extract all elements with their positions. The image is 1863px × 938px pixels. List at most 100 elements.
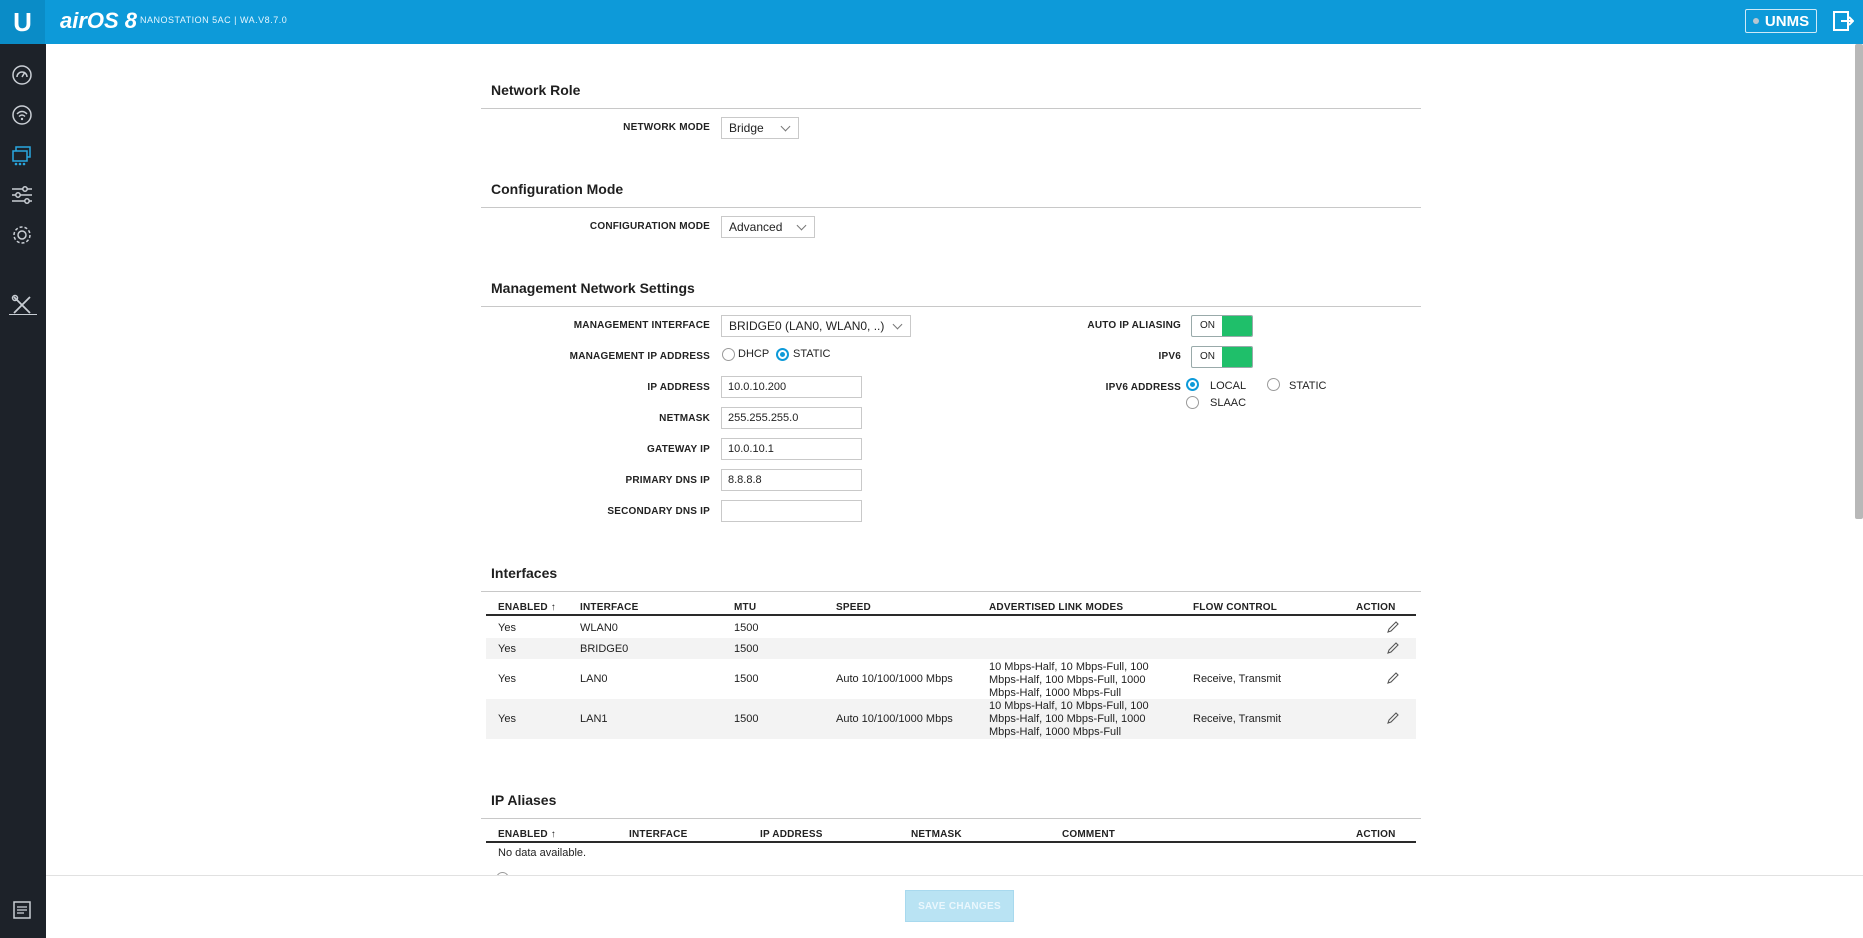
- unms-label: UNMS: [1764, 12, 1810, 30]
- col-mtu: MTU: [734, 602, 757, 613]
- ip-aliases-title: IP Aliases: [491, 792, 557, 808]
- cell-enabled: Yes: [498, 673, 516, 685]
- device-subtitle: NANOSTATION 5AC | WA.V8.7.0: [140, 15, 288, 25]
- col-netmask: NETMASK: [911, 829, 962, 840]
- secondary-dns-label: SECONDARY DNS IP: [607, 506, 710, 517]
- section-divider: [481, 306, 1421, 307]
- management-title: Management Network Settings: [491, 280, 695, 296]
- tools-icon[interactable]: [9, 292, 35, 318]
- ipv6-label: IPV6: [1158, 351, 1181, 362]
- table-header-line: [486, 614, 1416, 616]
- network-mode-select[interactable]: Bridge: [721, 117, 799, 139]
- toggle-knob: [1222, 347, 1252, 367]
- col-interface: INTERFACE: [629, 829, 688, 840]
- static-radio[interactable]: [776, 348, 789, 361]
- system-icon[interactable]: [9, 222, 35, 248]
- edit-pencil-icon[interactable]: [1386, 620, 1400, 634]
- secondary-dns-input[interactable]: [721, 500, 862, 522]
- edit-pencil-icon[interactable]: [1386, 711, 1400, 725]
- configuration-mode-select[interactable]: Advanced: [721, 216, 815, 238]
- management-interface-select[interactable]: BRIDGE0 (LAN0, WLAN0, ..): [721, 315, 911, 337]
- col-action: ACTION: [1356, 829, 1396, 840]
- empty-table-text: No data available.: [498, 847, 587, 859]
- col-action: ACTION: [1356, 602, 1396, 613]
- network-mode-value: Bridge: [729, 121, 764, 135]
- dhcp-label: DHCP: [738, 348, 770, 360]
- cell-interface: BRIDGE0: [580, 643, 629, 655]
- management-ip-address-label: MANAGEMENT IP ADDRESS: [569, 351, 710, 362]
- configuration-mode-label: CONFIGURATION MODE: [589, 221, 710, 232]
- airos-brand: airOS 8: [60, 8, 138, 33]
- services-icon[interactable]: [9, 182, 35, 208]
- cell-mtu: 1500: [734, 713, 759, 725]
- section-divider: [481, 108, 1421, 109]
- ipv6-address-label: IPV6 ADDRESS: [1105, 382, 1181, 393]
- section-divider: [481, 207, 1421, 208]
- unms-button[interactable]: UNMS: [1745, 9, 1817, 33]
- section-divider: [481, 591, 1421, 592]
- table-row: Yes BRIDGE0 1500: [486, 638, 1416, 659]
- ip-address-input[interactable]: [721, 376, 862, 398]
- chevron-down-icon: [780, 121, 791, 132]
- cell-interface: LAN0: [580, 673, 608, 685]
- table-row: Yes LAN1 1500 Auto 10/100/1000 Mbps 10 M…: [486, 699, 1416, 739]
- network-icon[interactable]: [9, 142, 35, 168]
- wireless-icon[interactable]: [9, 102, 35, 128]
- ip-address-label: IP ADDRESS: [647, 382, 710, 393]
- cell-interface: WLAN0: [580, 622, 618, 634]
- ipv6-slaac-radio[interactable]: [1186, 396, 1199, 409]
- ipv6-local-radio[interactable]: [1186, 378, 1199, 391]
- col-advertised-link-modes: ADVERTISED LINK MODES: [989, 602, 1124, 613]
- configuration-mode-value: Advanced: [729, 220, 783, 234]
- unms-status-dot: [1752, 18, 1759, 24]
- toggle-state: ON: [1200, 351, 1215, 362]
- netmask-input[interactable]: [721, 407, 862, 429]
- primary-dns-input[interactable]: [721, 469, 862, 491]
- gateway-ip-label: GATEWAY IP: [647, 444, 710, 455]
- col-ip-address: IP ADDRESS: [760, 829, 823, 840]
- auto-ip-aliasing-toggle[interactable]: ON: [1191, 315, 1253, 337]
- top-bar: U airOS 8 NANOSTATION 5AC | WA.V8.7.0 UN…: [0, 0, 1863, 44]
- interfaces-title: Interfaces: [491, 565, 558, 581]
- ubiquiti-logo[interactable]: U: [0, 0, 45, 44]
- management-interface-value: BRIDGE0 (LAN0, WLAN0, ..): [729, 319, 885, 333]
- col-enabled[interactable]: ENABLED ↑: [498, 602, 556, 613]
- cell-mtu: 1500: [734, 643, 759, 655]
- table-row: Yes LAN0 1500 Auto 10/100/1000 Mbps 10 M…: [486, 659, 1416, 699]
- table-header-line: [486, 841, 1416, 843]
- page-scrollbar[interactable]: [1855, 44, 1863, 519]
- cell-interface: LAN1: [580, 713, 608, 725]
- edit-pencil-icon[interactable]: [1386, 671, 1400, 685]
- section-divider: [481, 818, 1421, 819]
- chevron-down-icon: [892, 319, 903, 330]
- ipv6-static-label: STATIC: [1289, 380, 1327, 392]
- save-changes-button[interactable]: SAVE CHANGES: [905, 890, 1014, 922]
- log-icon[interactable]: [9, 897, 35, 923]
- network-mode-label: NETWORK MODE: [623, 122, 710, 133]
- cell-mtu: 1500: [734, 673, 759, 685]
- gateway-ip-input[interactable]: [721, 438, 862, 460]
- ipv6-local-label: LOCAL: [1210, 380, 1247, 392]
- ipv6-toggle[interactable]: ON: [1191, 346, 1253, 368]
- cell-speed: Auto 10/100/1000 Mbps: [836, 713, 953, 725]
- col-comment: COMMENT: [1062, 829, 1116, 840]
- cell-mtu: 1500: [734, 622, 759, 634]
- table-row: Yes WLAN0 1500: [486, 617, 1416, 638]
- netmask-label: NETMASK: [659, 413, 710, 424]
- ipv6-static-radio[interactable]: [1267, 378, 1280, 391]
- cell-flow-control: Receive, Transmit: [1193, 713, 1282, 725]
- col-interface: INTERFACE: [580, 602, 639, 613]
- cell-flow-control: Receive, Transmit: [1193, 673, 1282, 685]
- network-role-title: Network Role: [491, 82, 581, 98]
- cell-enabled: Yes: [498, 713, 516, 725]
- col-enabled[interactable]: ENABLED ↑: [498, 829, 556, 840]
- logout-icon[interactable]: [1832, 10, 1854, 32]
- sidebar: [0, 44, 46, 938]
- toggle-state: ON: [1200, 320, 1215, 331]
- dhcp-radio[interactable]: [722, 348, 735, 361]
- cell-speed: Auto 10/100/1000 Mbps: [836, 673, 953, 685]
- edit-pencil-icon[interactable]: [1386, 641, 1400, 655]
- chevron-down-icon: [796, 220, 807, 231]
- col-speed: SPEED: [836, 602, 871, 613]
- dashboard-icon[interactable]: [9, 62, 35, 88]
